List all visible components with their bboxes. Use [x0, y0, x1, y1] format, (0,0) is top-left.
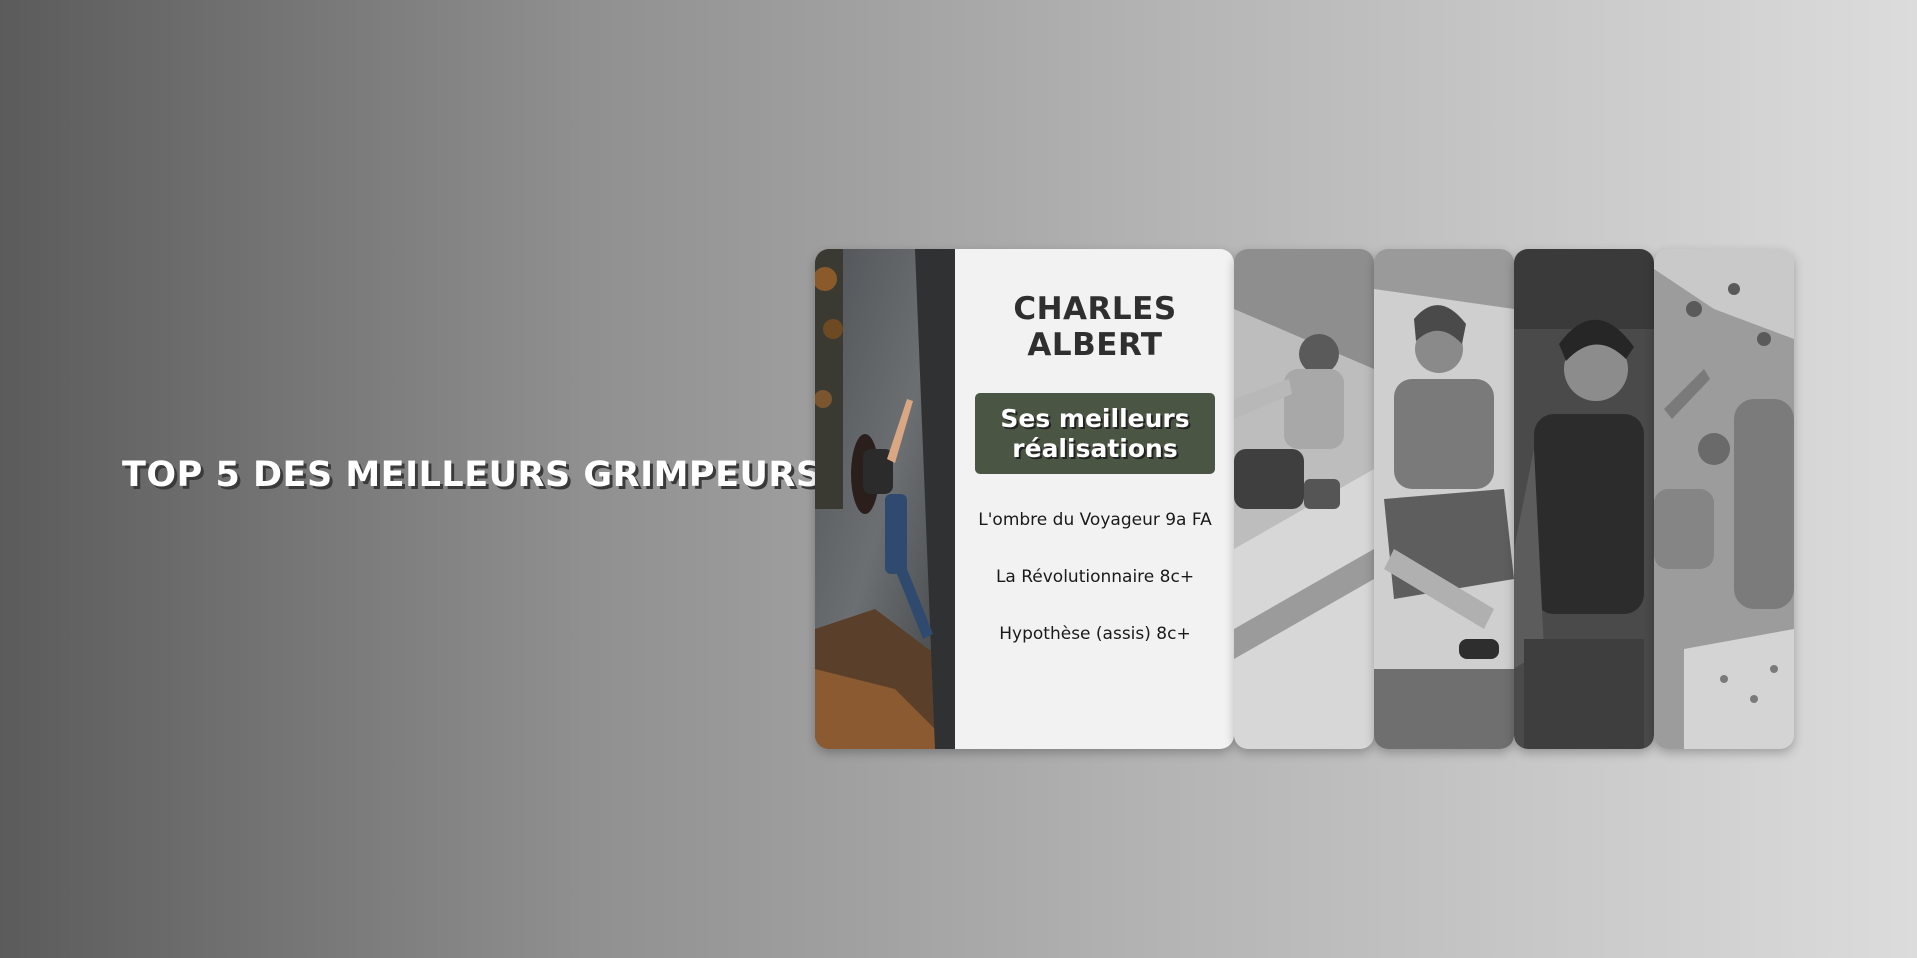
climber-card-2[interactable]: [1234, 249, 1374, 749]
climber-card-4[interactable]: [1514, 249, 1654, 749]
climber-photo-charles-albert: [815, 249, 955, 749]
climber-card-5[interactable]: [1654, 249, 1794, 749]
climber-name-first: CHARLES: [1013, 291, 1177, 327]
climber-name: CHARLES ALBERT: [975, 291, 1215, 363]
achievement-item: Hypothèse (assis) 8c+: [999, 624, 1191, 644]
achievement-item: La Révolutionnaire 8c+: [995, 567, 1195, 587]
climber-photo-2: [1234, 249, 1374, 749]
climber-photo-4: [1514, 249, 1654, 749]
climber-gallery: CHARLES ALBERT Ses meilleurs réalisation…: [815, 249, 1794, 749]
climber-photo-3: [1374, 249, 1514, 749]
climber-photo-5: [1654, 249, 1794, 749]
achievements-button[interactable]: Ses meilleurs réalisations: [975, 393, 1215, 474]
achievements-list: L'ombre du Voyageur 9a FA La Révolutionn…: [975, 510, 1215, 645]
climber-name-last: ALBERT: [1027, 327, 1163, 363]
climber-card-3[interactable]: [1374, 249, 1514, 749]
page-title: TOP 5 DES MEILLEURS GRIMPEURS: [122, 455, 822, 495]
climber-card-charles-albert[interactable]: CHARLES ALBERT Ses meilleurs réalisation…: [815, 249, 1234, 749]
achievement-item: L'ombre du Voyageur 9a FA: [978, 510, 1212, 530]
climber-info-panel: CHARLES ALBERT Ses meilleurs réalisation…: [955, 249, 1234, 749]
